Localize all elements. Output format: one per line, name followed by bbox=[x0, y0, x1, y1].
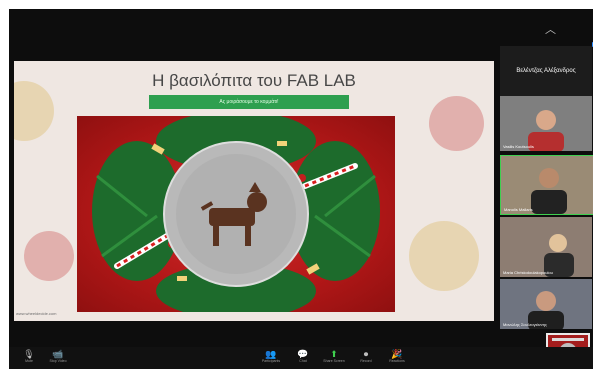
participant-name: Μανώλης Σουλτογιάννης bbox=[503, 322, 547, 327]
vasilopita-artwork bbox=[77, 116, 395, 312]
participant-avatar bbox=[501, 156, 593, 214]
ornament-decoration bbox=[24, 231, 74, 281]
microphone-icon: 🎙 bbox=[23, 349, 35, 359]
record-button[interactable]: ⏺ Record bbox=[355, 349, 377, 364]
participants-label: Participants bbox=[261, 359, 281, 363]
participant-name: Vasilis Koutsoulis bbox=[503, 144, 534, 149]
meeting-window: ︿ Η βασιλόπιτα του FAB LAB Ας μοιράσουμε… bbox=[9, 9, 593, 369]
chat-icon: 💬 bbox=[297, 349, 309, 359]
reactions-button[interactable]: 🎉 Reactions bbox=[383, 349, 411, 364]
participant-video-tile[interactable]: Μανώλης Σουλτογιάννης bbox=[500, 279, 592, 329]
record-icon: ⏺ bbox=[363, 349, 369, 359]
share-screen-label: Share Screen bbox=[323, 359, 345, 363]
record-label: Record bbox=[360, 359, 372, 363]
reactions-icon: 🎉 bbox=[391, 349, 403, 359]
participant-video-tile[interactable]: Maria Christodoulakopoulou bbox=[500, 217, 592, 277]
shared-screen: Η βασιλόπιτα του FAB LAB Ας μοιράσουμε τ… bbox=[14, 61, 494, 321]
reactions-label: Reactions bbox=[389, 359, 405, 363]
ornament-decoration bbox=[409, 221, 479, 291]
participant-video-tile[interactable]: Manolis Mallaris bbox=[500, 155, 593, 215]
active-speaker-name: Βελέντζας Αλέξανδρος bbox=[500, 46, 592, 96]
chat-label: Chat bbox=[299, 359, 307, 363]
minimize-icon[interactable]: ︿ bbox=[545, 21, 556, 37]
meeting-toolbar: 🎙 Mute 📹 Stop Video 👥 Participants 💬 Cha… bbox=[9, 347, 593, 369]
stop-video-label: Stop Video bbox=[49, 359, 67, 363]
participants-button[interactable]: 👥 Participants bbox=[256, 349, 286, 364]
video-camera-icon: 📹 bbox=[52, 349, 64, 359]
participant-video-tile[interactable]: Vasilis Koutsoulis bbox=[500, 96, 592, 151]
slide-caption: www.wheeldecide.com bbox=[16, 311, 57, 316]
stop-video-button[interactable]: 📹 Stop Video bbox=[45, 349, 71, 364]
spin-button[interactable]: Ας μοιράσουμε το κομμάτι! bbox=[149, 95, 349, 109]
wreath-graphic bbox=[92, 116, 380, 312]
ornament-decoration bbox=[429, 96, 484, 151]
share-screen-icon: ⬆ bbox=[330, 349, 338, 359]
participant-avatar bbox=[500, 96, 592, 151]
participants-icon: 👥 bbox=[265, 349, 277, 359]
share-screen-button[interactable]: ⬆ Share Screen bbox=[319, 349, 349, 364]
mute-button[interactable]: 🎙 Mute bbox=[19, 349, 39, 364]
participant-avatar bbox=[500, 217, 592, 277]
view-options-icon[interactable] bbox=[592, 42, 593, 47]
participant-name: Manolis Mallaris bbox=[504, 207, 533, 212]
chat-button[interactable]: 💬 Chat bbox=[293, 349, 313, 364]
participant-name: Maria Christodoulakopoulou bbox=[503, 270, 553, 275]
slide-title: Η βασιλόπιτα του FAB LAB bbox=[152, 71, 356, 90]
mute-label: Mute bbox=[25, 359, 33, 363]
